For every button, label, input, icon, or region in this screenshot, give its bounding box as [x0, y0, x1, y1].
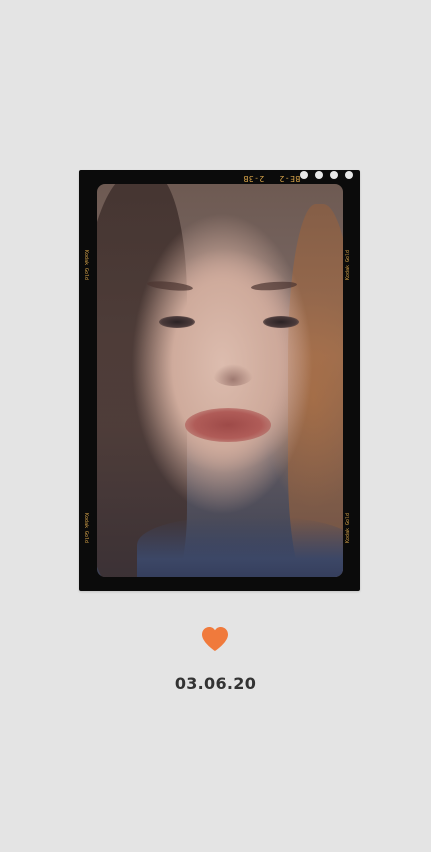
film-edge-code-1: 2-3B	[243, 174, 265, 183]
photo-face	[132, 214, 312, 514]
film-side-label: Kodak Gold	[345, 512, 352, 544]
photo-eye	[263, 316, 299, 328]
sprocket-hole	[315, 171, 323, 179]
film-side-label: Kodak Gold	[83, 512, 90, 544]
sprocket-hole	[345, 171, 353, 179]
film-edge-top: 2-3B BE-2	[239, 172, 359, 184]
photo-shirt	[137, 517, 343, 577]
film-side-label: Kodak Gold	[83, 249, 90, 281]
sprocket-hole	[330, 171, 338, 179]
film-side-label: Kodak Gold	[345, 249, 352, 281]
photo-eye	[159, 316, 195, 328]
photo-lips	[185, 408, 271, 442]
portrait-photo	[97, 184, 343, 577]
sprocket-hole	[300, 171, 308, 179]
heart-icon	[202, 627, 228, 651]
photo-nose	[213, 364, 253, 386]
film-frame: 2-3B BE-2 Kodak Gold Kodak Gold Kodak Go…	[79, 170, 360, 591]
film-edge-code-2: BE-2	[279, 174, 301, 183]
date-label: 03.06.20	[174, 674, 257, 693]
